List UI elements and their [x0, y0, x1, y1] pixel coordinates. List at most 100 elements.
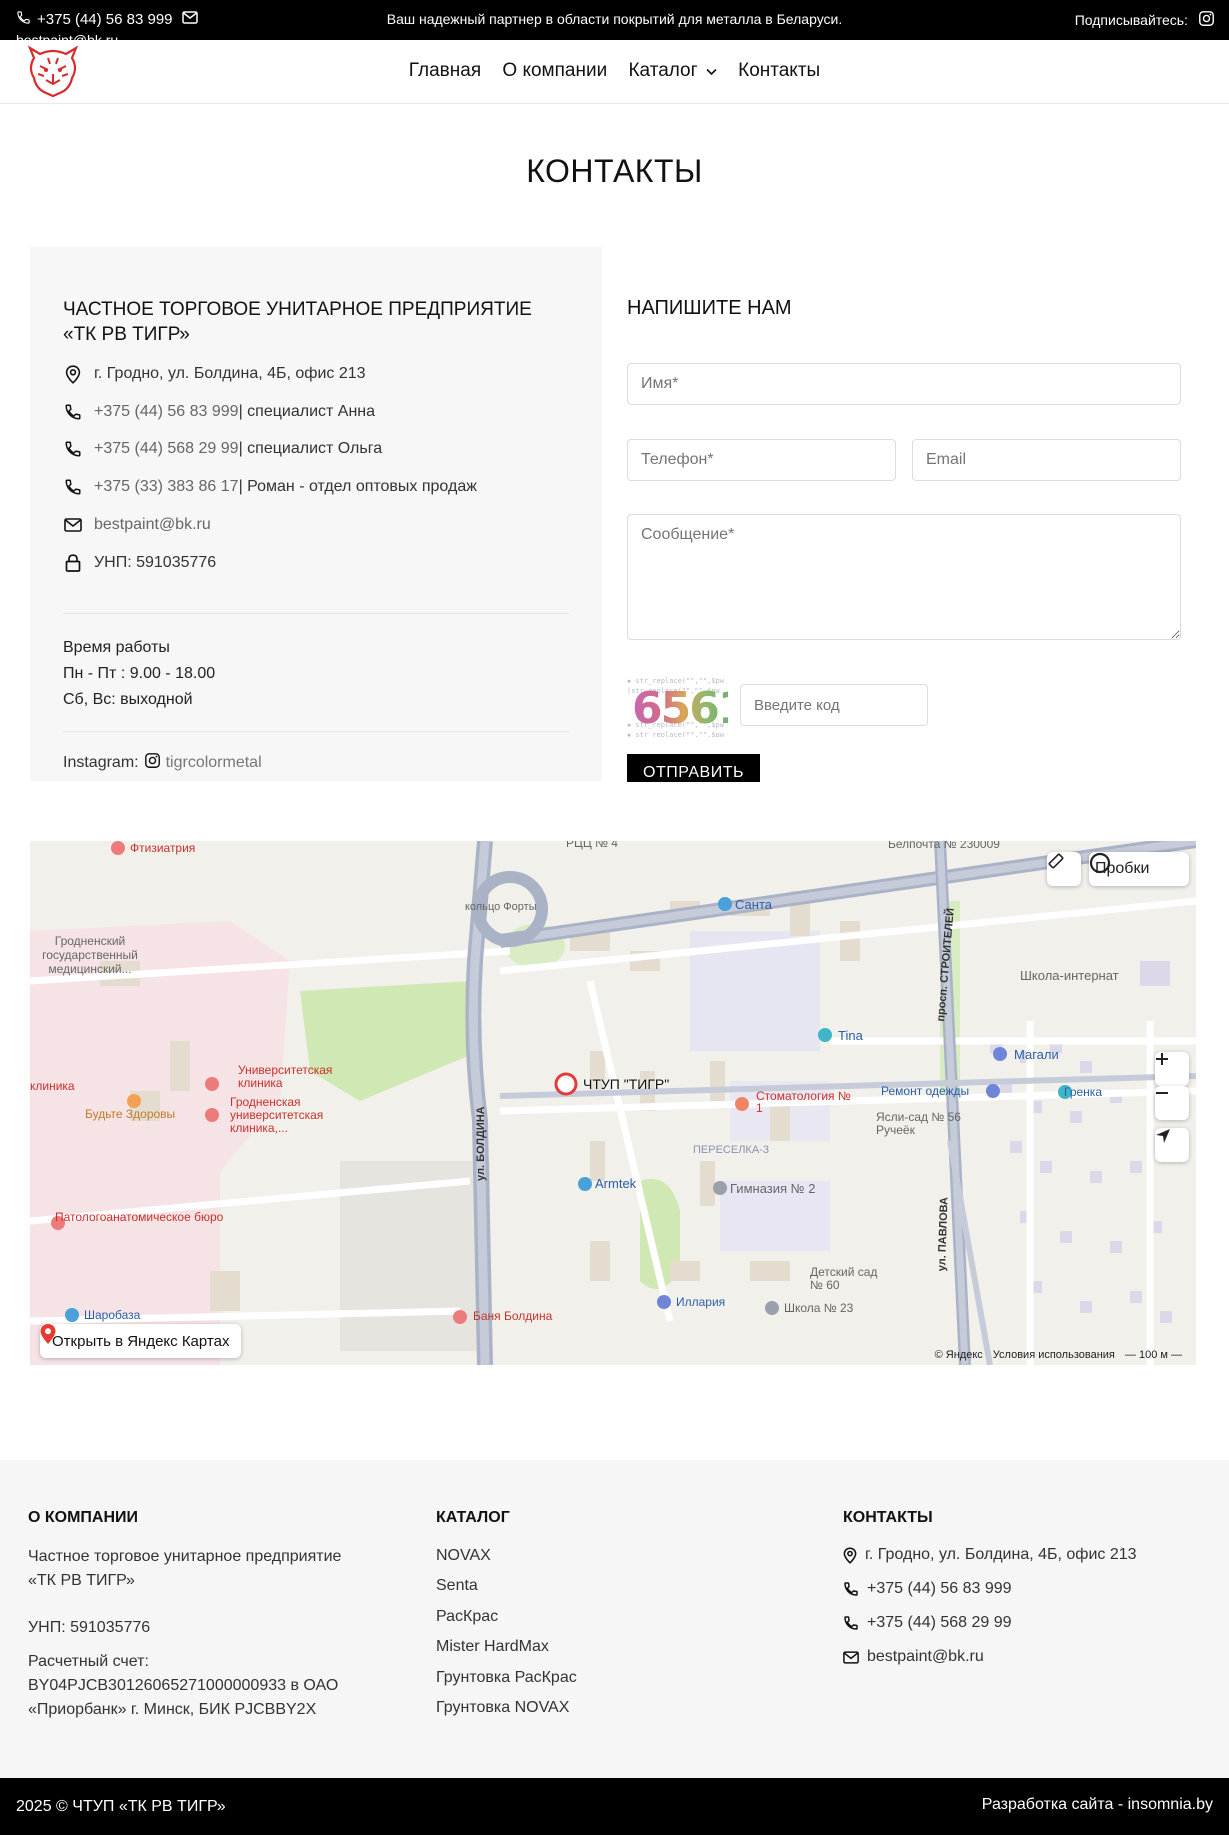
- footer-phone-text[interactable]: +375 (44) 568 29 99: [867, 1614, 1012, 1632]
- phone-icon: [63, 402, 83, 422]
- map-label: клиника: [30, 1079, 75, 1093]
- map-label: Школа № 23: [784, 1301, 854, 1315]
- map-marker-label[interactable]: ЧТУП "ТИГР": [583, 1076, 669, 1092]
- developer-link[interactable]: Разработка сайта - insomnia.by: [982, 1796, 1213, 1814]
- footer-catalog-title: КАТАЛОГ: [436, 1509, 510, 1526]
- subscribe-label: Подписывайтесь:: [1074, 12, 1188, 28]
- map-label: Магали: [1014, 1047, 1059, 1062]
- phone-number[interactable]: +375 (44) 56 83 999: [94, 403, 239, 421]
- card-divider: [63, 613, 569, 614]
- footer-email[interactable]: bestpaint@bk.ru: [843, 1648, 984, 1666]
- contact-email[interactable]: bestpaint@bk.ru: [63, 515, 211, 535]
- footer-catalog-link[interactable]: Грунтовка РасКрас: [436, 1669, 577, 1687]
- phone-number[interactable]: +375 (33) 383 86 17: [94, 478, 239, 496]
- traffic-button[interactable]: Пробки: [1089, 852, 1189, 886]
- footer-catalog-link[interactable]: Senta: [436, 1577, 478, 1595]
- plus-icon: [1156, 1053, 1168, 1065]
- phone-input[interactable]: [627, 439, 896, 481]
- phone-icon: [844, 1616, 858, 1630]
- map-label: ПЕРЕСЕЛКА-3: [693, 1144, 769, 1156]
- captcha-code: 6561: [632, 687, 728, 731]
- scale-value: 100 м: [1138, 1349, 1168, 1361]
- unp-text: УНП: 591035776: [94, 554, 217, 571]
- mail-icon: [843, 1650, 859, 1664]
- map-label: Гродненская университетская клиника,...: [230, 1095, 324, 1135]
- footer-phone-1[interactable]: +375 (44) 56 83 999: [843, 1580, 1012, 1598]
- yandex-map[interactable]: Фтизиатрия РЦЦ № 4 Белпочта № 230009 Сан…: [30, 841, 1196, 1365]
- map-label: Школа-интернат: [1020, 968, 1119, 983]
- map-pin-icon: [40, 1324, 56, 1344]
- hours-weekdays: Пн - Пт : 9.00 - 18.00: [63, 665, 216, 682]
- nav-catalog-label: Каталог: [628, 60, 698, 81]
- mail-icon: [63, 515, 83, 535]
- instagram-label: Instagram:: [63, 754, 139, 771]
- zoom-in-button[interactable]: [1155, 1052, 1189, 1086]
- email-input[interactable]: [912, 439, 1181, 481]
- map-label: Будьте Здоровы: [85, 1107, 176, 1121]
- contact-phone-3[interactable]: +375 (33) 383 86 17 | Роман - отдел опто…: [63, 477, 477, 497]
- lock-icon: [63, 553, 83, 573]
- footer-email-text[interactable]: bestpaint@bk.ru: [867, 1648, 984, 1666]
- top-bar: +375 (44) 56 83 999 bestpaint@bk.ru Ваш …: [0, 0, 1229, 48]
- contact-phone-1[interactable]: +375 (44) 56 83 999 | специалист Анна: [63, 402, 375, 422]
- main-nav: Главная О компании Каталог Контакты: [0, 60, 1229, 82]
- instagram-handle[interactable]: tigrcolormetal: [166, 754, 262, 772]
- contact-phone-2[interactable]: +375 (44) 568 29 99 | специалист Ольга: [63, 439, 382, 459]
- map-scale: — 100 м —: [1124, 1349, 1182, 1361]
- nav-contacts[interactable]: Контакты: [738, 60, 820, 81]
- phone-number[interactable]: +375 (44) 568 29 99: [94, 440, 239, 458]
- terms-link[interactable]: Условия использования: [993, 1349, 1115, 1361]
- phone-person: | Роман - отдел оптовых продаж: [238, 478, 477, 495]
- footer-catalog-link[interactable]: РасКрас: [436, 1608, 498, 1626]
- footer-catalog-link[interactable]: Mister HardMax: [436, 1638, 549, 1656]
- footer-catalog-link[interactable]: NOVAX: [436, 1547, 491, 1565]
- phone-icon: [63, 439, 83, 459]
- minus-icon: [1156, 1092, 1168, 1094]
- map-label: Стоматология № 1: [756, 1089, 851, 1115]
- footer-address: г. Гродно, ул. Болдина, 4Б, офис 213: [843, 1546, 1137, 1564]
- traffic-icon: [1089, 852, 1111, 874]
- instagram-icon[interactable]: [144, 752, 161, 774]
- yandex-copyright[interactable]: © Яндекс: [935, 1349, 983, 1361]
- nav-about[interactable]: О компании: [502, 60, 607, 81]
- company-name: ЧАСТНОЕ ТОРГОВОЕ УНИТАРНОЕ ПРЕДПРИЯТИЕ «…: [63, 299, 532, 345]
- map-label: Гродненский государственный медицинский.…: [42, 934, 138, 976]
- captcha-input[interactable]: [740, 684, 928, 726]
- map-label: Ремонт одежды: [881, 1084, 970, 1098]
- hours-weekend: Сб, Вс: выходной: [63, 691, 193, 708]
- copyright-text: 2025 © ЧТУП «ТК РВ ТИГР»: [16, 1798, 226, 1815]
- map-label: РЦЦ № 4: [566, 841, 618, 850]
- map-label: Детский сад № 60: [810, 1265, 878, 1292]
- ruler-button[interactable]: [1047, 852, 1081, 886]
- footer-phone-text[interactable]: +375 (44) 56 83 999: [867, 1580, 1012, 1598]
- map-label: Белпочта № 230009: [888, 841, 1000, 851]
- contact-card: ЧАСТНОЕ ТОРГОВОЕ УНИТАРНОЕ ПРЕДПРИЯТИЕ «…: [30, 247, 602, 781]
- nav-catalog[interactable]: Каталог: [628, 60, 722, 81]
- ruler-icon: [1048, 853, 1064, 869]
- location-arrow-icon: [1156, 1129, 1170, 1143]
- submit-button[interactable]: ОТПРАВИТЬ: [627, 754, 760, 782]
- chevron-down-icon: [706, 68, 717, 76]
- form-title: НАПИШИТЕ НАМ: [627, 297, 792, 319]
- nav-home[interactable]: Главная: [409, 60, 481, 81]
- zoom-out-button[interactable]: [1155, 1086, 1189, 1120]
- map-label: Санта: [735, 897, 772, 912]
- map-label: Баня Болдина: [473, 1309, 553, 1323]
- instagram-row: Instagram: tigrcolormetal: [63, 752, 262, 774]
- email-text[interactable]: bestpaint@bk.ru: [94, 516, 211, 534]
- map-tiles: [30, 841, 1196, 1365]
- phone-icon: [63, 477, 83, 497]
- contact-address: г. Гродно, ул. Болдина, 4Б, офис 213: [63, 364, 366, 384]
- map-label: кольцо Форты: [465, 901, 537, 913]
- open-yandex-maps-button[interactable]: Открыть в Яндекс Картах: [40, 1324, 242, 1358]
- footer-catalog-link[interactable]: Грунтовка NOVAX: [436, 1699, 569, 1717]
- message-textarea[interactable]: [627, 514, 1181, 640]
- address-text: г. Гродно, ул. Болдина, 4Б, офис 213: [94, 365, 366, 382]
- page-title: КОНТАКТЫ: [526, 153, 703, 189]
- instagram-icon[interactable]: [1198, 10, 1215, 30]
- footer-phone-2[interactable]: +375 (44) 568 29 99: [843, 1614, 1012, 1632]
- map-label: Гренка: [1064, 1085, 1102, 1099]
- phone-icon: [844, 1582, 858, 1596]
- geolocation-button[interactable]: [1155, 1128, 1189, 1162]
- name-input[interactable]: [627, 363, 1181, 405]
